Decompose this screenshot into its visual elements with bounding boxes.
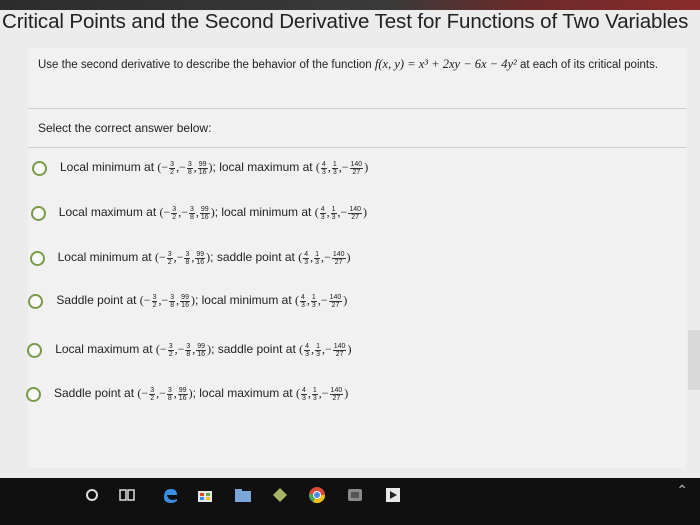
fraction: 13 (315, 342, 321, 358)
fraction: 13 (310, 293, 317, 309)
answer-option-text: Local maximum at (− 3 2 ,− 3 8, 99 16); saddle … (55, 342, 352, 358)
answer-option[interactable]: Local minimum at (− 3 2 ,− 3 8, 99 16); saddle … (29, 246, 670, 270)
radio-button[interactable] (29, 250, 45, 266)
chevron-up-icon[interactable]: ⌃ (676, 482, 688, 499)
fraction: 43 (319, 205, 326, 221)
fraction: 32 (167, 342, 174, 358)
page-title: Critical Points and the Second Derivativ… (2, 10, 689, 33)
divider (28, 108, 686, 109)
fraction: 32 (166, 250, 173, 266)
fraction: 38 (188, 205, 195, 221)
fraction: 99 16 (197, 160, 208, 176)
fraction: 140 27 (332, 342, 347, 358)
fraction: 38 (184, 250, 191, 266)
question-prefix: Use the second derivative to describe th… (38, 59, 375, 71)
radio-button[interactable] (27, 342, 43, 358)
chrome-icon[interactable] (307, 485, 327, 505)
fraction: 99 16 (180, 293, 190, 309)
task-view-icon[interactable] (117, 485, 137, 505)
fraction: 13 (330, 205, 337, 221)
question-suffix: at each of its critical points. (516, 59, 659, 71)
radio-button[interactable] (30, 205, 46, 221)
fraction: 99 16 (177, 386, 188, 402)
fraction: 32 (171, 205, 178, 221)
fraction: 38 (186, 160, 193, 176)
answer-option-text: Local maximum at (− 3 2 ,− 3 8, 99 16); local m… (58, 205, 368, 221)
app-icon-2[interactable] (345, 485, 365, 505)
store-icon[interactable] (195, 485, 215, 505)
taskbar: ⌃ (0, 478, 700, 525)
edge-browser-icon[interactable] (160, 485, 180, 505)
side-handle (688, 330, 700, 390)
app-icon[interactable] (270, 485, 290, 505)
fraction: 140 27 (328, 293, 343, 309)
fraction: 99 16 (199, 205, 210, 221)
fraction: 13 (314, 250, 321, 266)
app-icon-3[interactable] (383, 485, 403, 505)
fraction: 140 27 (331, 250, 346, 266)
fraction: 38 (185, 342, 192, 358)
radio-button[interactable] (28, 293, 44, 309)
fraction: 99 16 (195, 250, 206, 266)
fraction: 32 (149, 386, 156, 402)
answer-option[interactable]: Local maximum at (− 3 2 ,− 3 8, 99 16); local m… (30, 201, 671, 225)
answer-option-text: Saddle point at (− 3 2 ,− 3 8, 99 16); local mi… (56, 293, 348, 309)
fraction: 43 (300, 386, 307, 402)
fraction: 38 (166, 386, 173, 402)
answer-option[interactable]: Saddle point at (− 3 2 ,− 3 8, 99 16); local ma… (26, 382, 666, 406)
answer-option-text: Local minimum at (− 3 2 ,− 3 8, 99 16); saddle … (57, 250, 351, 266)
fraction: 140 27 (349, 160, 364, 176)
fraction: 38 (169, 293, 176, 309)
fraction: 13 (311, 386, 318, 402)
fraction: 140 27 (329, 386, 344, 402)
fraction: 32 (169, 160, 176, 176)
fraction: 99 16 (196, 342, 207, 358)
answer-option[interactable]: Saddle point at (− 3 2 ,− 3 8, 99 16); local mi… (28, 289, 668, 313)
fraction: 13 (331, 160, 338, 176)
answer-option[interactable]: Local minimum at (− 3 2 ,− 3 8, 99 16); local m… (32, 156, 672, 180)
instruction-text: Select the correct answer below: (38, 121, 212, 135)
question-text: Use the second derivative to describe th… (38, 56, 678, 73)
fraction: 43 (320, 160, 327, 176)
divider (28, 147, 686, 148)
cortana-icon[interactable] (82, 485, 102, 505)
fraction: 32 (151, 293, 158, 309)
files-icon[interactable] (233, 485, 253, 505)
fraction: 43 (304, 342, 311, 358)
radio-button[interactable] (32, 160, 47, 176)
fraction: 140 27 (348, 205, 363, 221)
radio-button[interactable] (26, 386, 41, 402)
fraction: 43 (300, 293, 306, 309)
fraction: 43 (303, 250, 310, 266)
answer-option-text: Saddle point at (− 3 2 ,− 3 8, 99 16); local ma… (54, 386, 349, 402)
answer-option[interactable]: Local maximum at (− 3 2 ,− 3 8, 99 16); saddle … (27, 338, 667, 362)
answer-option-text: Local minimum at (− 3 2 ,− 3 8, 99 16); local m… (60, 160, 369, 176)
question-function: f(x, y) = x³ + 2xy − 6x − 4y² (374, 57, 517, 71)
